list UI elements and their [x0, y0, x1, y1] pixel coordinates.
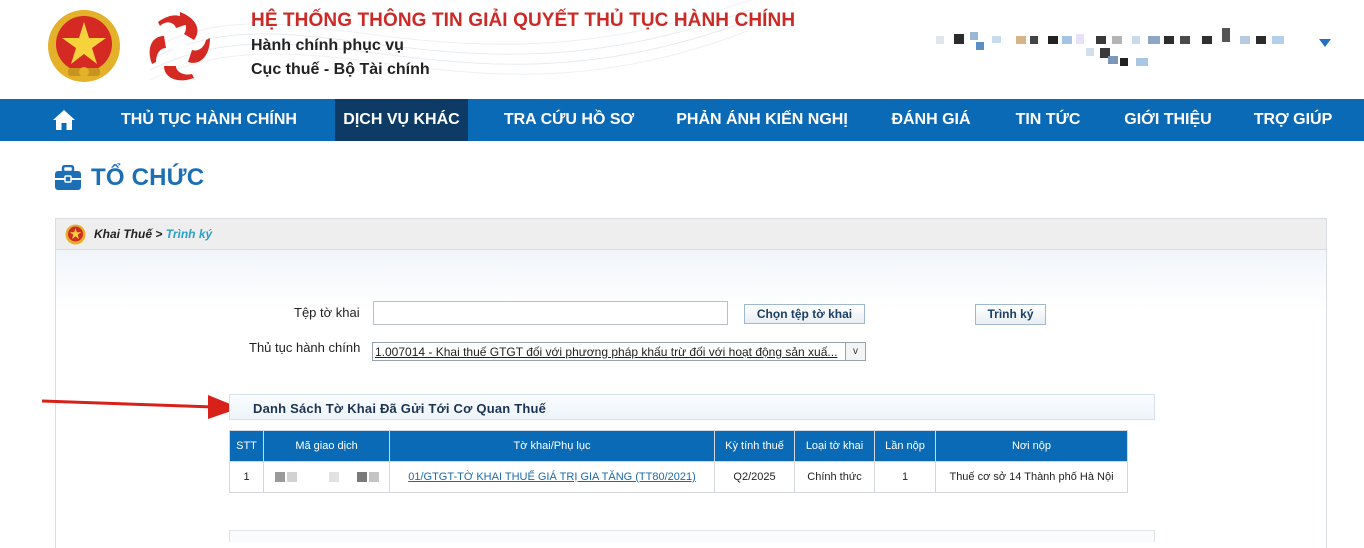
col-lan-nop: Lần nộp	[874, 430, 936, 462]
briefcase-icon	[55, 165, 81, 190]
national-emblem-icon	[48, 10, 120, 82]
page-heading: TỔ CHỨC	[54, 163, 204, 193]
site-header: HỆ THỐNG THÔNG TIN GIẢI QUYẾT THỦ TỤC HÀ…	[0, 0, 1364, 99]
col-loai-to-khai: Loại tờ khai	[794, 430, 875, 462]
nav-phan-anh-kien-nghi[interactable]: PHẢN ÁNH KIẾN NGHỊ	[664, 99, 860, 141]
content-panel: Khai Thuế > Trình ký	[55, 218, 1327, 548]
sign-button[interactable]: Trình ký	[975, 304, 1046, 325]
nav-gioi-thieu[interactable]: GIỚI THIỆU	[1112, 99, 1224, 141]
main-nav: THỦ TỤC HÀNH CHÍNH DỊCH VỤ KHÁC TRA CỨU …	[0, 99, 1364, 141]
panel-header: Khai Thuế > Trình ký	[56, 219, 1326, 250]
nav-thu-tuc-hanh-chinh[interactable]: THỦ TỤC HÀNH CHÍNH	[104, 99, 314, 141]
nav-home[interactable]	[44, 99, 84, 141]
star-logo-icon	[149, 12, 210, 81]
breadcrumb-separator: >	[152, 227, 166, 241]
col-ma-giao-dich: Mã giao dịch	[263, 430, 390, 462]
list-footer	[229, 530, 1155, 542]
page-title: TỔ CHỨC	[91, 164, 205, 191]
site-subtitle: Hành chính phục vụ	[251, 37, 404, 54]
table-header-row: STT Mã giao dịch Tờ khai/Phụ lục Kỳ tính…	[229, 430, 1128, 462]
submitted-declarations-table: STT Mã giao dịch Tờ khai/Phụ lục Kỳ tính…	[229, 430, 1128, 493]
nav-tin-tuc[interactable]: TIN TỨC	[1002, 99, 1094, 141]
cell-ma-giao-dich-redacted	[263, 461, 390, 493]
cell-lan-nop: 1	[874, 461, 936, 493]
choose-file-button[interactable]: Chọn tệp tờ khai	[744, 304, 865, 324]
cell-stt: 1	[229, 461, 264, 493]
col-ky-tinh-thue: Kỳ tính thuế	[714, 430, 795, 462]
national-emblem-small-icon	[65, 224, 86, 245]
breadcrumb: Khai Thuế > Trình ký	[94, 227, 212, 241]
nav-danh-gia[interactable]: ĐÁNH GIÁ	[878, 99, 984, 141]
file-label: Tệp tờ khai	[294, 305, 360, 320]
submitted-list-title: Danh Sách Tờ Khai Đã Gửi Tới Cơ Quan Thu…	[253, 401, 547, 416]
chevron-down-icon[interactable]: v	[845, 343, 865, 360]
procedure-select[interactable]: 1.007014 - Khai thuế GTGT đối với phương…	[372, 342, 866, 361]
procedure-selected-value: 1.007014 - Khai thuế GTGT đối với phương…	[375, 345, 838, 359]
col-stt: STT	[229, 430, 264, 462]
col-to-khai: Tờ khai/Phụ lục	[389, 430, 715, 462]
user-account-redacted[interactable]	[936, 26, 1316, 72]
site-title: HỆ THỐNG THÔNG TIN GIẢI QUYẾT THỦ TỤC HÀ…	[251, 10, 796, 31]
red-arrow-icon	[41, 395, 240, 419]
nav-dich-vu-khac[interactable]: DỊCH VỤ KHÁC	[335, 99, 468, 141]
cell-to-khai: 01/GTGT-TỜ KHAI THUẾ GIÁ TRỊ GIA TĂNG (T…	[389, 461, 715, 493]
cell-noi-nop: Thuế cơ sở 14 Thành phố Hà Nội	[935, 461, 1128, 493]
cell-ky-tinh-thue: Q2/2025	[714, 461, 795, 493]
home-icon	[53, 110, 75, 130]
site-agency: Cục thuế - Bộ Tài chính	[251, 61, 430, 78]
file-path-input[interactable]	[373, 301, 728, 325]
breadcrumb-trinh-ky[interactable]: Trình ký	[166, 227, 212, 241]
breadcrumb-khai-thue[interactable]: Khai Thuế	[94, 227, 152, 241]
procedure-label: Thủ tục hành chính	[249, 340, 361, 355]
submitted-list-header: Danh Sách Tờ Khai Đã Gửi Tới Cơ Quan Thu…	[229, 394, 1155, 420]
col-noi-nop: Nơi nộp	[935, 430, 1128, 462]
cell-loai-to-khai: Chính thức	[794, 461, 875, 493]
nav-tra-cuu-ho-so[interactable]: TRA CỨU HỒ SƠ	[490, 99, 648, 141]
declaration-link[interactable]: 01/GTGT-TỜ KHAI THUẾ GIÁ TRỊ GIA TĂNG (T…	[408, 471, 696, 483]
table-row: 1 01/GTGT-TỜ KHAI THUẾ GIÁ TRỊ GIA TĂNG …	[229, 461, 1128, 493]
caret-down-icon[interactable]	[1319, 39, 1331, 47]
nav-tro-giup[interactable]: TRỢ GIÚP	[1242, 99, 1344, 141]
